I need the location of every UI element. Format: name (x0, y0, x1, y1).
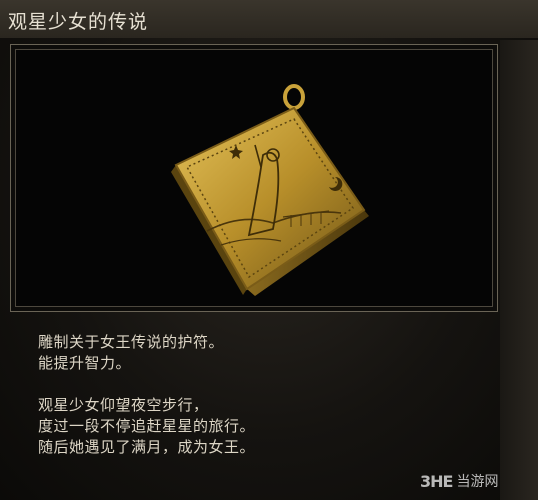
watermark-site: 当游网 (456, 474, 499, 490)
side-panel-edge (500, 40, 538, 500)
description-line: 雕制关于女王传说的护符。 (38, 333, 225, 351)
talisman-amulet-icon (171, 84, 369, 296)
watermark: 3HE 当游网 (420, 468, 530, 494)
lore-line: 观星少女仰望夜空步行， (38, 396, 209, 414)
lore-line: 随后她遇见了满月，成为女王。 (38, 438, 256, 456)
description-line: 能提升智力。 (38, 354, 132, 372)
item-title: 观星少女的传说 (8, 11, 149, 33)
item-image-frame (10, 44, 498, 312)
title-bar: 观星少女的传说 (0, 0, 538, 38)
item-description: 雕制关于女王传说的护符。 能提升智力。 观星少女仰望夜空步行， 度过一段不停追赶… (38, 332, 255, 458)
lore-line: 度过一段不停追赶星星的旅行。 (38, 417, 256, 435)
watermark-logo: 3HE (420, 471, 453, 491)
